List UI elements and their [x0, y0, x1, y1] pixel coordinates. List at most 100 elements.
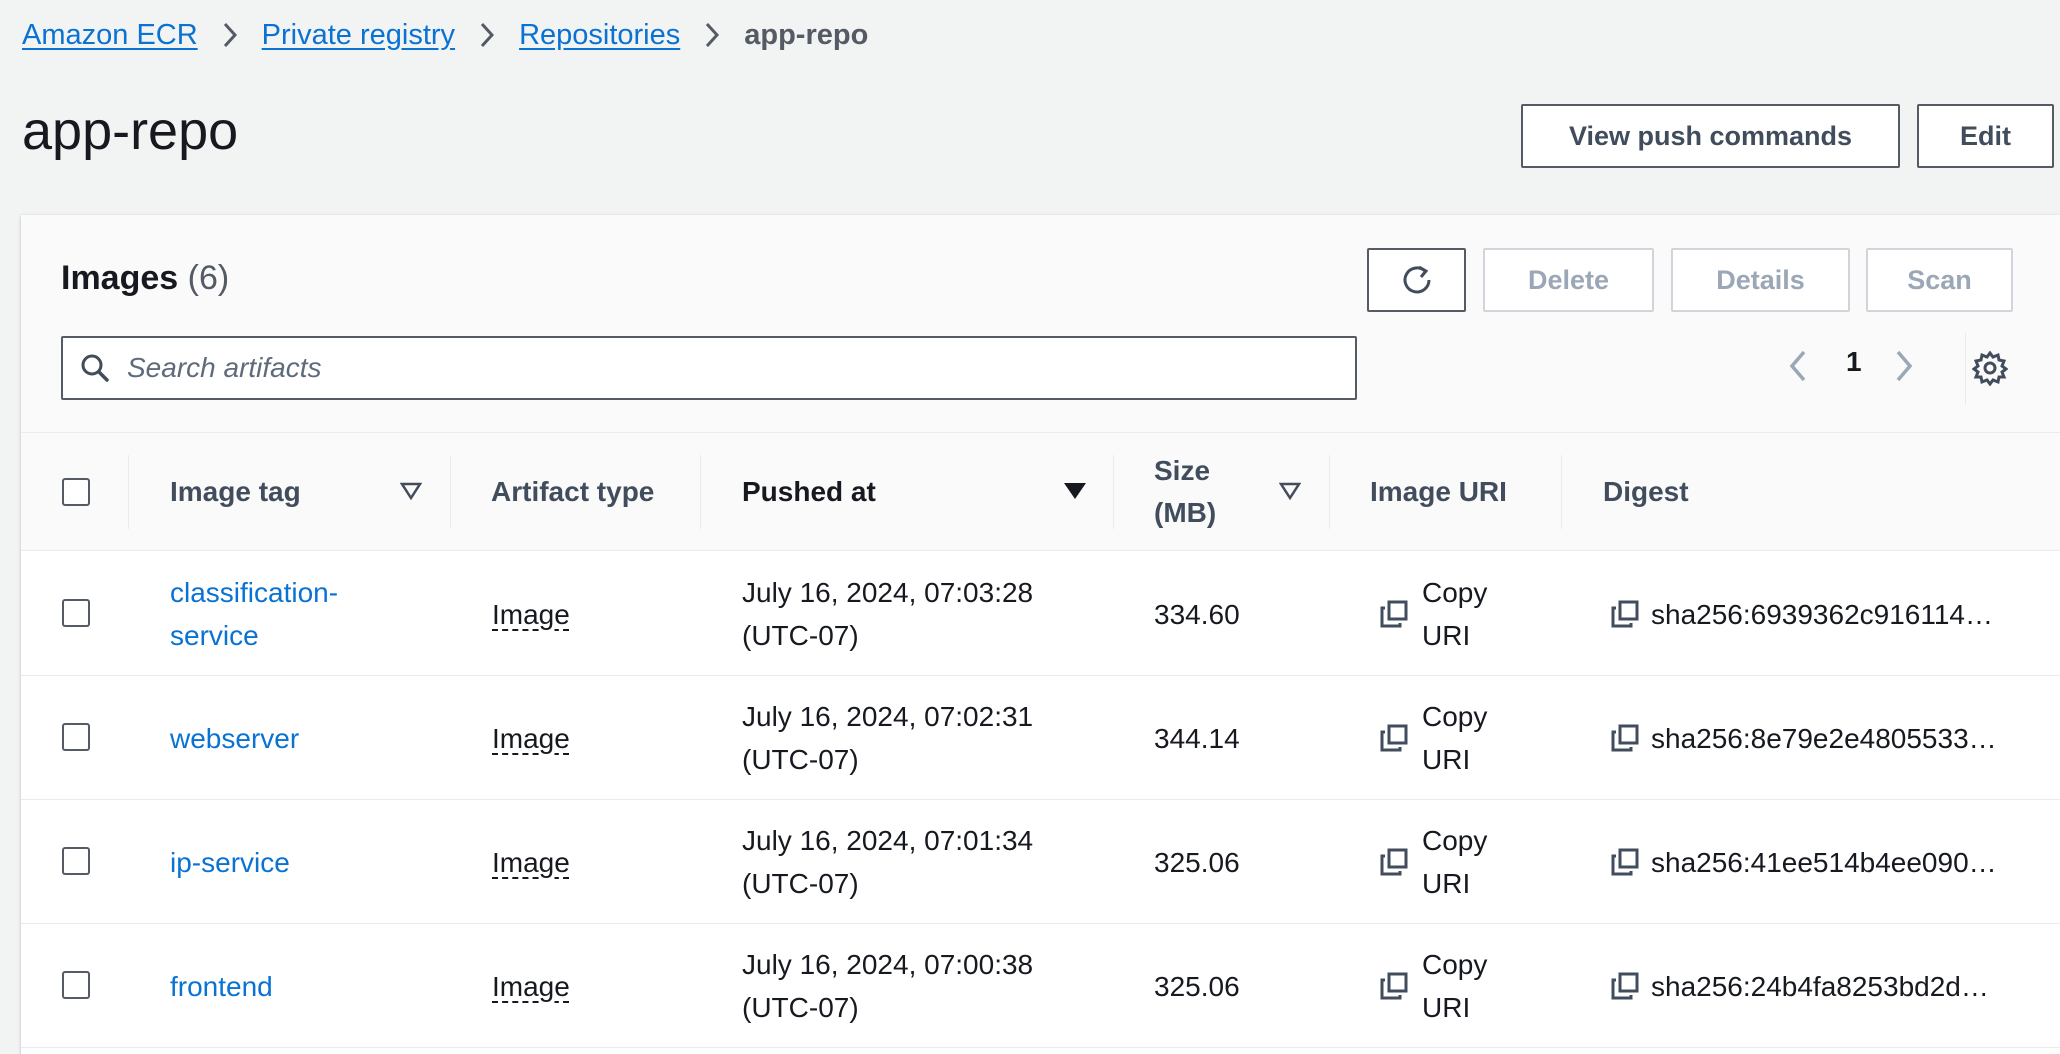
sort-descending-icon[interactable]: [1063, 481, 1087, 506]
copy-icon: [1611, 724, 1639, 752]
artifact-type-label[interactable]: Image: [492, 717, 570, 760]
select-all-checkbox[interactable]: [62, 478, 90, 506]
artifact-type: Image: [492, 924, 570, 1048]
image-size: 325.06: [1154, 846, 1240, 878]
image-tag-link[interactable]: classification- service: [170, 552, 430, 676]
image-tag-link[interactable]: frontend: [170, 924, 430, 1048]
pushed-at: July 16, 2024, 07:02:31 (UTC-07): [742, 676, 1033, 800]
copy-uri-button[interactable]: Copy URI: [1380, 552, 1487, 676]
pushed-at-timezone: (UTC-07): [742, 744, 859, 775]
copy-uri-line1: Copy: [1422, 949, 1488, 980]
breadcrumb: Amazon ECR Private registry Repositories…: [22, 14, 868, 56]
image-tag-line1[interactable]: frontend: [170, 965, 273, 1008]
column-image-uri: Image URI: [1370, 476, 1507, 507]
next-page-button[interactable]: [1891, 346, 1917, 391]
images-count: (6): [187, 259, 230, 297]
row-checkbox[interactable]: [62, 723, 90, 751]
search-icon: [63, 353, 127, 383]
copy-icon: [1380, 972, 1408, 1000]
image-tag-link[interactable]: ip-service: [170, 800, 430, 924]
copy-uri-button[interactable]: Copy URI: [1380, 800, 1487, 924]
image-tag-line2[interactable]: service: [170, 614, 259, 657]
artifact-type: Image: [492, 676, 570, 800]
pushed-at-date: July 16, 2024, 07:00:38: [742, 949, 1034, 980]
copy-icon: [1611, 600, 1639, 628]
pushed-at: July 16, 2024, 07:00:38 (UTC-07): [742, 924, 1033, 1048]
digest-value: sha256:24b4fa8253bd2d…: [1651, 970, 1989, 1002]
images-panel-header: Images (6) Delete Details Scan Search ar…: [21, 215, 2060, 433]
pushed-at-date: July 16, 2024, 07:03:28: [742, 577, 1034, 608]
column-digest: Digest: [1603, 476, 1689, 507]
chevron-right-icon: [198, 21, 262, 49]
copy-uri-line2: URI: [1422, 868, 1471, 899]
details-button[interactable]: Details: [1671, 248, 1850, 312]
artifact-type-label[interactable]: Image: [492, 841, 570, 884]
edit-button[interactable]: Edit: [1917, 104, 2054, 168]
copy-digest-button[interactable]: sha256:6939362c916114…: [1611, 552, 2005, 676]
copy-icon: [1380, 724, 1408, 752]
copy-uri-button[interactable]: Copy URI: [1380, 924, 1487, 1048]
copy-uri-line1: Copy: [1422, 701, 1488, 732]
table-header: Image tag Artifact type Pushed at Size (…: [21, 433, 2060, 551]
scan-button[interactable]: Scan: [1866, 248, 2013, 312]
view-push-commands-button[interactable]: View push commands: [1521, 104, 1900, 168]
pager-divider: [1965, 333, 1966, 405]
digest-value: sha256:6939362c916114…: [1651, 598, 1994, 630]
column-size-line2: (MB): [1154, 497, 1217, 528]
table-row: ip-service Image July 16, 2024, 07:01:34…: [21, 800, 2060, 924]
row-checkbox[interactable]: [62, 847, 90, 875]
table-row: webserver Image July 16, 2024, 07:02:31 …: [21, 676, 2060, 800]
sort-icon[interactable]: [1278, 481, 1302, 506]
copy-icon: [1611, 848, 1639, 876]
delete-button[interactable]: Delete: [1483, 248, 1654, 312]
pushed-at-date: July 16, 2024, 07:01:34: [742, 825, 1034, 856]
breadcrumb-amazon-ecr[interactable]: Amazon ECR: [22, 19, 198, 52]
image-size: 344.14: [1154, 722, 1240, 754]
artifact-type-label[interactable]: Image: [492, 593, 570, 636]
breadcrumb-repositories[interactable]: Repositories: [519, 19, 680, 52]
column-artifact-type: Artifact type: [491, 476, 655, 507]
copy-icon: [1611, 972, 1639, 1000]
image-tag-line1[interactable]: webserver: [170, 717, 299, 760]
artifact-type-label[interactable]: Image: [492, 965, 570, 1008]
pushed-at: July 16, 2024, 07:03:28 (UTC-07): [742, 552, 1033, 676]
images-panel: Images (6) Delete Details Scan Search ar…: [21, 215, 2060, 1054]
column-pushed-at[interactable]: Pushed at: [742, 433, 876, 551]
image-size: 334.60: [1154, 598, 1240, 630]
chevron-right-icon: [680, 21, 744, 49]
row-checkbox[interactable]: [62, 599, 90, 627]
copy-digest-button[interactable]: sha256:24b4fa8253bd2d…: [1611, 924, 2005, 1048]
search-box: [61, 336, 1357, 400]
image-tag-line1[interactable]: classification-: [170, 571, 338, 614]
page-number[interactable]: 1: [1846, 346, 1862, 378]
pushed-at: July 16, 2024, 07:01:34 (UTC-07): [742, 800, 1033, 924]
copy-digest-button[interactable]: sha256:41ee514b4ee090…: [1611, 800, 2005, 924]
copy-uri-line2: URI: [1422, 620, 1471, 651]
refresh-button[interactable]: [1367, 248, 1466, 312]
chevron-right-icon: [455, 21, 519, 49]
copy-digest-button[interactable]: sha256:8e79e2e4805533…: [1611, 676, 2005, 800]
images-title: Images (6): [61, 259, 229, 298]
previous-page-button[interactable]: [1785, 346, 1811, 391]
image-tag-link[interactable]: webserver: [170, 676, 430, 800]
table-row: frontend Image July 16, 2024, 07:00:38 (…: [21, 924, 2060, 1048]
pushed-at-timezone: (UTC-07): [742, 620, 859, 651]
copy-uri-label: Copy URI: [1422, 695, 1487, 781]
copy-uri-button[interactable]: Copy URI: [1380, 676, 1487, 800]
copy-uri-label: Copy URI: [1422, 571, 1487, 657]
column-image-tag[interactable]: Image tag: [170, 433, 301, 551]
copy-uri-line2: URI: [1422, 744, 1471, 775]
pushed-at-timezone: (UTC-07): [742, 868, 859, 899]
breadcrumb-private-registry[interactable]: Private registry: [262, 19, 455, 52]
gear-icon[interactable]: [1971, 350, 2009, 391]
breadcrumb-current: app-repo: [744, 18, 869, 51]
page-title: app-repo: [22, 101, 239, 161]
image-tag-line1[interactable]: ip-service: [170, 841, 290, 884]
artifact-type: Image: [492, 552, 570, 676]
pushed-at-timezone: (UTC-07): [742, 992, 859, 1023]
search-input[interactable]: [127, 338, 1355, 398]
column-size[interactable]: Size (MB): [1154, 433, 1216, 551]
row-checkbox[interactable]: [62, 971, 90, 999]
copy-icon: [1380, 600, 1408, 628]
sort-icon[interactable]: [399, 481, 423, 506]
